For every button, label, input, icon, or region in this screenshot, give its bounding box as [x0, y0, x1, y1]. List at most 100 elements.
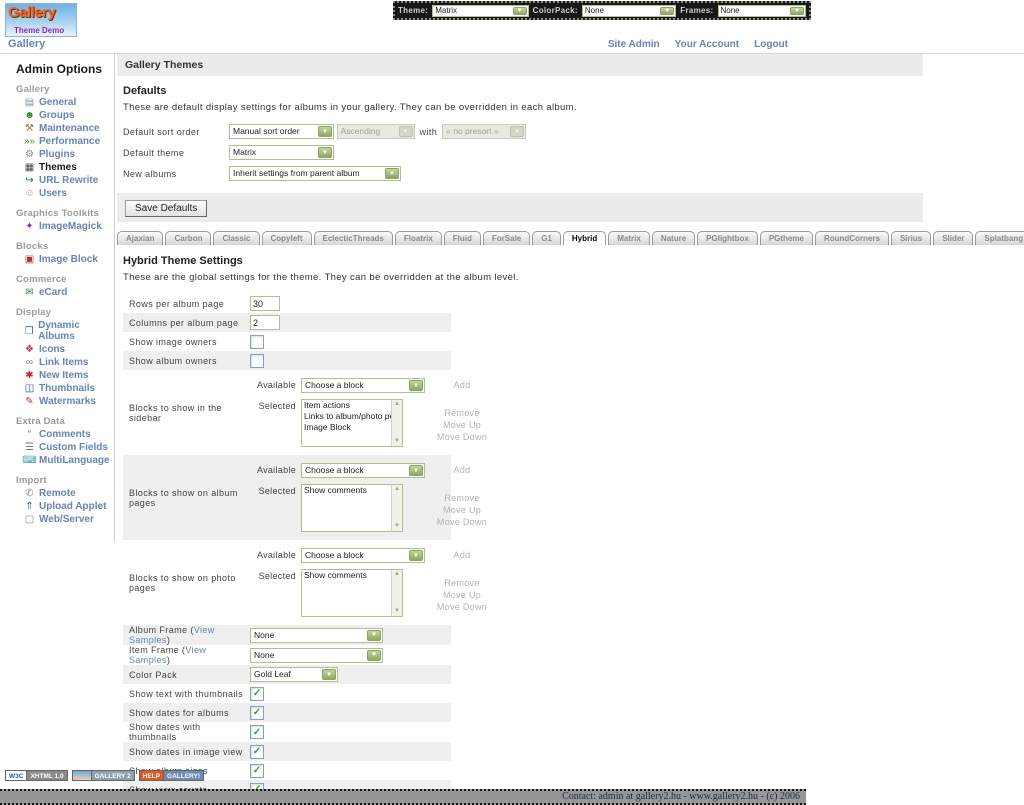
sidebar-item-url-rewrite[interactable]: ↪URL Rewrite	[6, 174, 114, 187]
item-frame-select[interactable]: None▼	[250, 648, 383, 663]
help-gallery-badge[interactable]: HELPGALLERY!	[139, 770, 204, 781]
tab-roundcorners[interactable]: RoundCorners	[815, 231, 889, 245]
sidebar-item-watermarks[interactable]: ✎Watermarks	[6, 395, 114, 408]
new-albums-select[interactable]: Inherit settings from parent album ▼	[229, 166, 401, 181]
move-down-button[interactable]: Move Down	[437, 432, 487, 442]
your-account-link[interactable]: Your Account	[675, 39, 739, 50]
album-frame-select[interactable]: None▼	[250, 628, 383, 643]
scroll-down-icon[interactable]: ▼	[394, 607, 400, 616]
available-blocks-select[interactable]: Choose a block▼	[301, 548, 425, 563]
tab-copyleft[interactable]: Copyleft	[262, 231, 312, 245]
frames-select[interactable]: None ▼	[718, 5, 807, 17]
tab-pglightbox[interactable]: PGlightbox	[697, 231, 758, 245]
listbox-item[interactable]: Item actions	[302, 400, 390, 411]
tab-carbon[interactable]: Carbon	[165, 231, 211, 245]
tab-nature[interactable]: Nature	[652, 231, 695, 245]
sidebar-item-ecard[interactable]: ✉eCard	[6, 286, 114, 299]
sidebar-item-icons[interactable]: ❖Icons	[6, 343, 114, 356]
show-text-with-thumbnails-checkbox[interactable]: ✓	[250, 687, 264, 701]
gallery2-badge[interactable]: GALLERY 2	[72, 770, 135, 781]
selected-blocks-listbox[interactable]: Item actionsLinks to album/photo peersIm…	[301, 399, 403, 447]
sidebar-item-groups[interactable]: ☻Groups	[6, 109, 114, 122]
sidebar-item-themes[interactable]: ▦Themes	[6, 161, 114, 174]
sidebar-item-users[interactable]: ☺Users	[6, 187, 114, 200]
add-block-button[interactable]: Add	[430, 463, 494, 475]
sidebar-item-performance[interactable]: »»Performance	[6, 135, 114, 148]
show-album-owners-checkbox[interactable]	[250, 354, 264, 368]
tab-floatrix[interactable]: Floatrix	[395, 231, 442, 245]
site-admin-link[interactable]: Site Admin	[608, 39, 660, 50]
tab-slider[interactable]: Slider	[933, 231, 973, 245]
scroll-down-icon[interactable]: ▼	[394, 522, 400, 531]
default-sort-order-select[interactable]: Manual sort order ▼	[229, 124, 334, 139]
logout-link[interactable]: Logout	[754, 39, 788, 50]
listbox-item[interactable]: Show comments	[302, 485, 390, 496]
show-image-owners-checkbox[interactable]	[250, 335, 264, 349]
scroll-up-icon[interactable]: ▲	[394, 400, 400, 409]
default-theme-select[interactable]: Matrix ▼	[229, 145, 334, 160]
sidebar-item-link-items[interactable]: ∞Link Items	[6, 356, 114, 369]
color-pack-select[interactable]: Gold Leaf▼	[250, 667, 338, 682]
add-block-button[interactable]: Add	[430, 378, 494, 390]
tab-sirius[interactable]: Sirius	[891, 231, 931, 245]
available-blocks-select[interactable]: Choose a block▼	[301, 378, 425, 393]
theme-select[interactable]: Matrix ▼	[432, 5, 528, 17]
tab-pgtheme[interactable]: PGtheme	[760, 231, 813, 245]
scroll-up-icon[interactable]: ▲	[394, 485, 400, 494]
listbox-item[interactable]: Show comments	[302, 570, 390, 581]
sidebar-item-upload-applet[interactable]: ⇑Upload Applet	[6, 500, 114, 513]
tab-hybrid[interactable]: Hybrid	[563, 231, 606, 245]
show-dates-in-image-view-checkbox[interactable]: ✓	[250, 745, 264, 759]
rows-per-album-page-input[interactable]	[250, 296, 280, 311]
scroll-up-icon[interactable]: ▲	[394, 570, 400, 579]
listbox-scrollbar[interactable]: ▲▼	[391, 400, 402, 446]
tab-fluid[interactable]: Fluid	[444, 231, 481, 245]
add-block-button[interactable]: Add	[430, 548, 494, 560]
selected-blocks-listbox[interactable]: Show comments▲▼	[301, 484, 403, 532]
sidebar-item-thumbnails[interactable]: ◫Thumbnails	[6, 382, 114, 395]
sidebar-item-plugins[interactable]: ⚙Plugins	[6, 148, 114, 161]
tab-matrix[interactable]: Matrix	[608, 231, 650, 245]
move-down-button[interactable]: Move Down	[437, 517, 487, 527]
colorpack-select[interactable]: None ▼	[582, 5, 676, 17]
sidebar-item-new-items[interactable]: ✱New Items	[6, 369, 114, 382]
move-up-button[interactable]: Move Up	[443, 590, 481, 600]
w3c-xhtml-badge[interactable]: W3CXHTML 1.0	[5, 770, 68, 781]
show-dates-for-albums-checkbox[interactable]: ✓	[250, 706, 264, 720]
tab-classic[interactable]: Classic	[213, 231, 259, 245]
sidebar-item-imagemagick[interactable]: ✦ImageMagick	[6, 220, 114, 233]
view-samples-link[interactable]: View Samples	[129, 645, 206, 665]
listbox-scrollbar[interactable]: ▲▼	[391, 570, 402, 616]
listbox-scrollbar[interactable]: ▲▼	[391, 485, 402, 531]
sidebar-item-multilanguage[interactable]: ⌨MultiLanguage	[6, 454, 114, 467]
tab-splatbang[interactable]: Splatbang	[975, 231, 1024, 245]
columns-per-album-page-input[interactable]	[250, 315, 280, 330]
listbox-item[interactable]: Links to album/photo peers	[302, 411, 390, 422]
view-samples-link[interactable]: View Samples	[129, 625, 215, 645]
show-dates-with-thumbnails-checkbox[interactable]: ✓	[250, 725, 264, 739]
sidebar-item-comments[interactable]: “Comments	[6, 428, 114, 441]
sidebar-item-custom-fields[interactable]: ☰Custom Fields	[6, 441, 114, 454]
available-blocks-select[interactable]: Choose a block▼	[301, 463, 425, 478]
listbox-item[interactable]: Image Block	[302, 422, 390, 433]
show-album-sizes-checkbox[interactable]: ✓	[250, 764, 264, 778]
remove-button[interactable]: Remove	[444, 578, 479, 588]
sidebar-item-general[interactable]: ▤General	[6, 96, 114, 109]
sidebar-item-image-block[interactable]: ▣Image Block	[6, 253, 114, 266]
selected-blocks-listbox[interactable]: Show comments▲▼	[301, 569, 403, 617]
sidebar-item-maintenance[interactable]: ⚒Maintenance	[6, 122, 114, 135]
move-up-button[interactable]: Move Up	[443, 420, 481, 430]
breadcrumb-gallery-link[interactable]: Gallery	[8, 38, 45, 50]
tab-forsale[interactable]: ForSale	[483, 231, 530, 245]
move-up-button[interactable]: Move Up	[443, 505, 481, 515]
scroll-down-icon[interactable]: ▼	[394, 437, 400, 446]
tab-eclecticthreads[interactable]: EclecticThreads	[314, 231, 393, 245]
sidebar-item-remote[interactable]: ✆Remote	[6, 487, 114, 500]
remove-button[interactable]: Remove	[444, 493, 479, 503]
tab-ajaxian[interactable]: Ajaxian	[117, 231, 163, 245]
sidebar-item-web-server[interactable]: ▢Web/Server	[6, 513, 114, 526]
remove-button[interactable]: Remove	[444, 408, 479, 418]
save-defaults-button[interactable]: Save Defaults	[125, 200, 207, 217]
tab-g1[interactable]: G1	[532, 231, 561, 245]
sidebar-item-dynamic-albums[interactable]: ❒Dynamic Albums	[6, 319, 114, 343]
